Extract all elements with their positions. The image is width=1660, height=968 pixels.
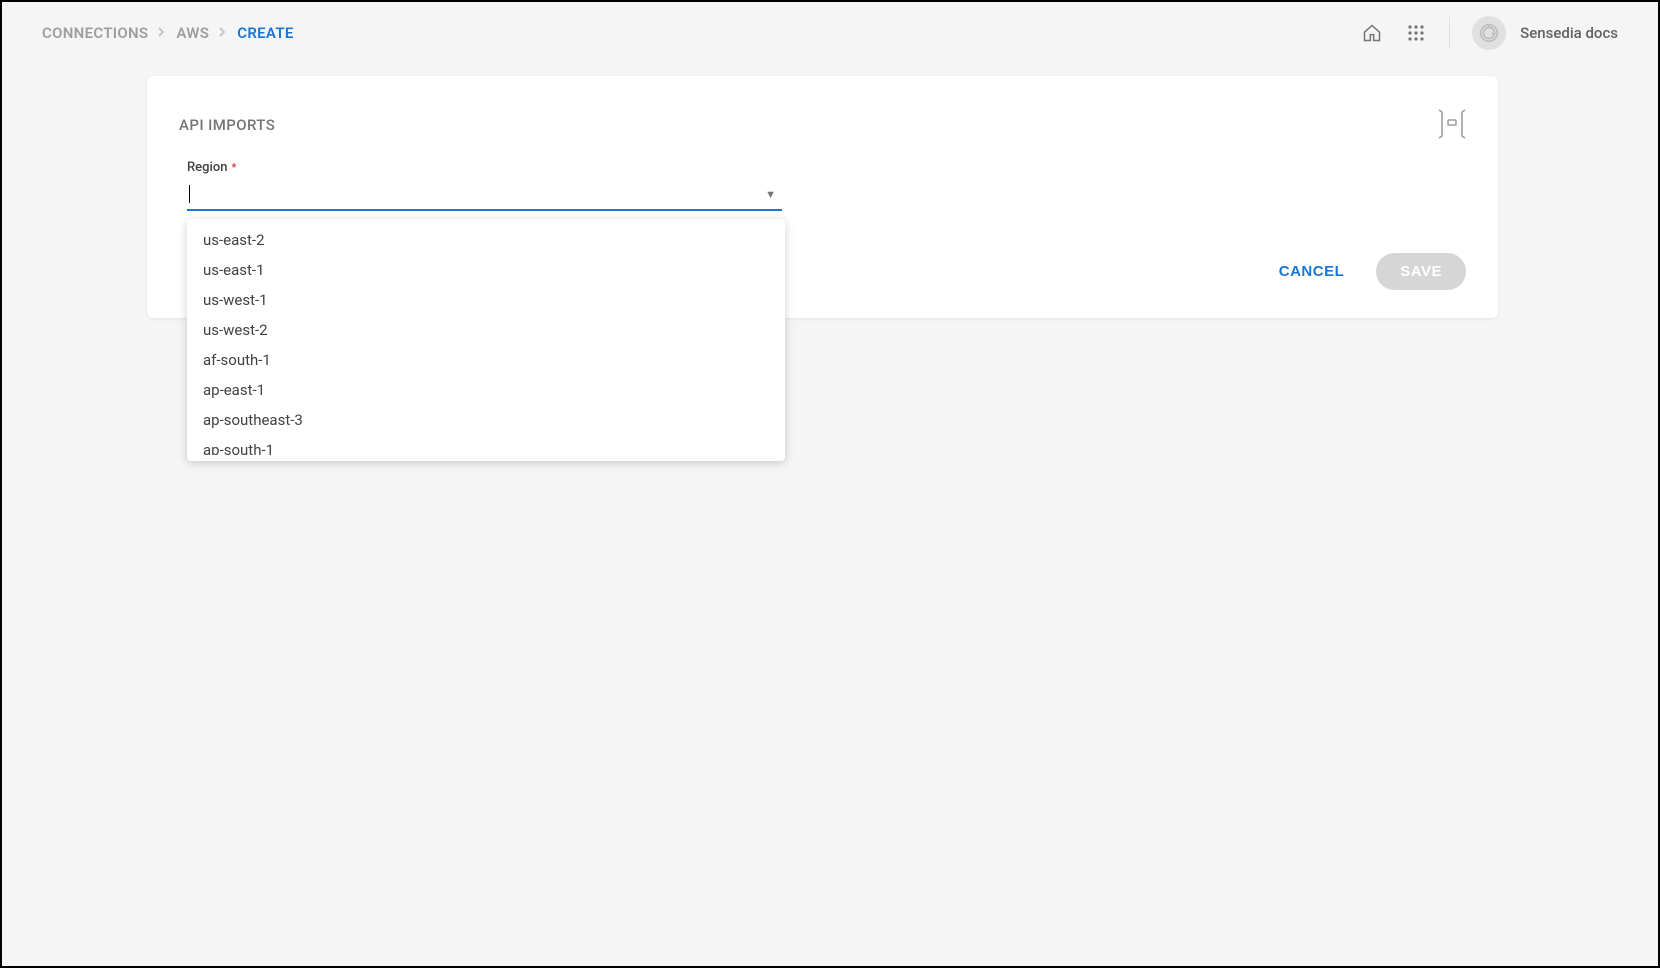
region-option[interactable]: af-south-1 xyxy=(187,345,785,375)
text-cursor xyxy=(189,185,190,203)
top-bar: CONNECTIONS AWS Create xyxy=(2,2,1658,64)
home-icon[interactable] xyxy=(1361,22,1383,44)
chevron-right-icon xyxy=(219,26,227,40)
region-label: Region * xyxy=(187,160,782,175)
region-option[interactable]: ap-southeast-3 xyxy=(187,405,785,435)
region-option[interactable]: us-west-1 xyxy=(187,285,785,315)
api-imports-card: API IMPORTS Region * ▼ us-east-2 us-east… xyxy=(147,76,1498,318)
region-field: Region * ▼ us-east-2 us-east-1 us-west-1… xyxy=(187,160,782,211)
user-name-label: Sensedia docs xyxy=(1520,24,1618,42)
breadcrumb-aws[interactable]: AWS xyxy=(176,24,209,42)
dropdown-arrow-icon: ▼ xyxy=(765,188,776,201)
vertical-divider xyxy=(1449,17,1450,49)
region-dropdown-scroll[interactable]: us-east-2 us-east-1 us-west-1 us-west-2 … xyxy=(187,225,785,455)
region-option[interactable]: us-east-2 xyxy=(187,225,785,255)
avatar xyxy=(1472,16,1506,50)
breadcrumb-create: Create xyxy=(237,24,293,42)
card-title: API IMPORTS xyxy=(179,116,1466,134)
region-option[interactable]: us-east-1 xyxy=(187,255,785,285)
region-dropdown: us-east-2 us-east-1 us-west-1 us-west-2 … xyxy=(187,219,785,461)
save-button[interactable]: SAVE xyxy=(1376,253,1466,290)
cancel-button[interactable]: CANCEL xyxy=(1265,253,1359,290)
region-option[interactable]: us-west-2 xyxy=(187,315,785,345)
top-right-controls: Sensedia docs xyxy=(1361,16,1618,50)
apps-grid-icon[interactable] xyxy=(1405,22,1427,44)
region-select[interactable]: ▼ xyxy=(187,175,782,211)
chevron-right-icon xyxy=(158,26,166,40)
user-menu[interactable]: Sensedia docs xyxy=(1472,16,1618,50)
breadcrumb-connections[interactable]: CONNECTIONS xyxy=(42,24,148,42)
region-option[interactable]: ap-south-1 xyxy=(187,435,785,455)
required-indicator: * xyxy=(231,161,236,174)
api-gateway-icon xyxy=(1438,108,1466,144)
region-option[interactable]: ap-east-1 xyxy=(187,375,785,405)
breadcrumb: CONNECTIONS AWS Create xyxy=(42,24,294,42)
